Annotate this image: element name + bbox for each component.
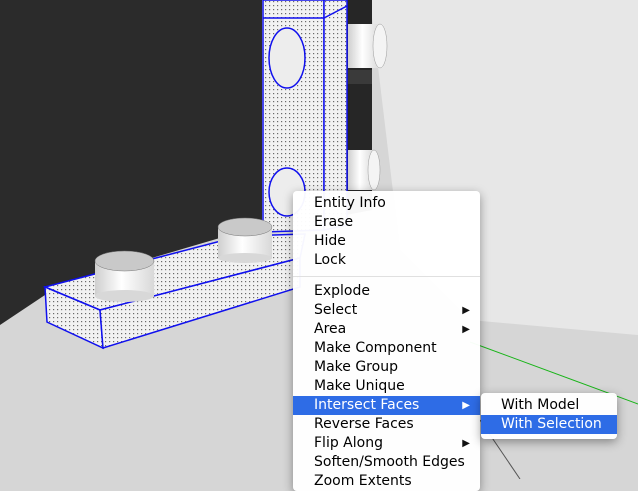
intersect-faces-submenu: With Model With Selection [481,393,617,439]
menu-item-make-unique[interactable]: Make Unique [293,377,480,396]
submenu-item-with-selection[interactable]: With Selection [481,415,617,434]
menu-item-intersect-faces[interactable]: Intersect Faces ▶ [293,396,480,415]
menu-item-lock[interactable]: Lock [293,251,480,270]
peg-base-left-top [94,250,155,272]
peg-base-left-bottom [95,290,154,302]
menu-item-make-group[interactable]: Make Group [293,358,480,377]
peg-right-top-end [372,23,388,69]
menu-item-select[interactable]: Select ▶ [293,301,480,320]
context-menu: Entity Info Erase Hide Lock Explode Sele… [293,191,480,491]
menu-item-explode[interactable]: Explode [293,282,480,301]
peg-base-right-bottom [218,253,272,263]
menu-item-make-component[interactable]: Make Component [293,339,480,358]
menu-item-area[interactable]: Area ▶ [293,320,480,339]
peg-base-right-top [217,217,273,237]
menu-item-entity-info[interactable]: Entity Info [293,194,480,213]
menu-separator [293,276,480,277]
menu-item-reverse-faces[interactable]: Reverse Faces [293,415,480,434]
menu-item-erase[interactable]: Erase [293,213,480,232]
menu-item-flip-along[interactable]: Flip Along ▶ [293,434,480,453]
dark-wall-ledge [346,70,372,84]
menu-item-zoom-extents[interactable]: Zoom Extents [293,472,480,491]
menu-item-soften-smooth-edges[interactable]: Soften/Smooth Edges [293,453,480,472]
submenu-arrow-icon: ▶ [462,305,470,316]
submenu-item-with-model[interactable]: With Model [481,396,617,415]
submenu-arrow-icon: ▶ [462,400,470,411]
submenu-arrow-icon: ▶ [462,438,470,449]
submenu-arrow-icon: ▶ [462,324,470,335]
peg-right-bottom-end [367,149,381,191]
menu-item-hide[interactable]: Hide [293,232,480,251]
bracket-hole-top [268,27,306,89]
